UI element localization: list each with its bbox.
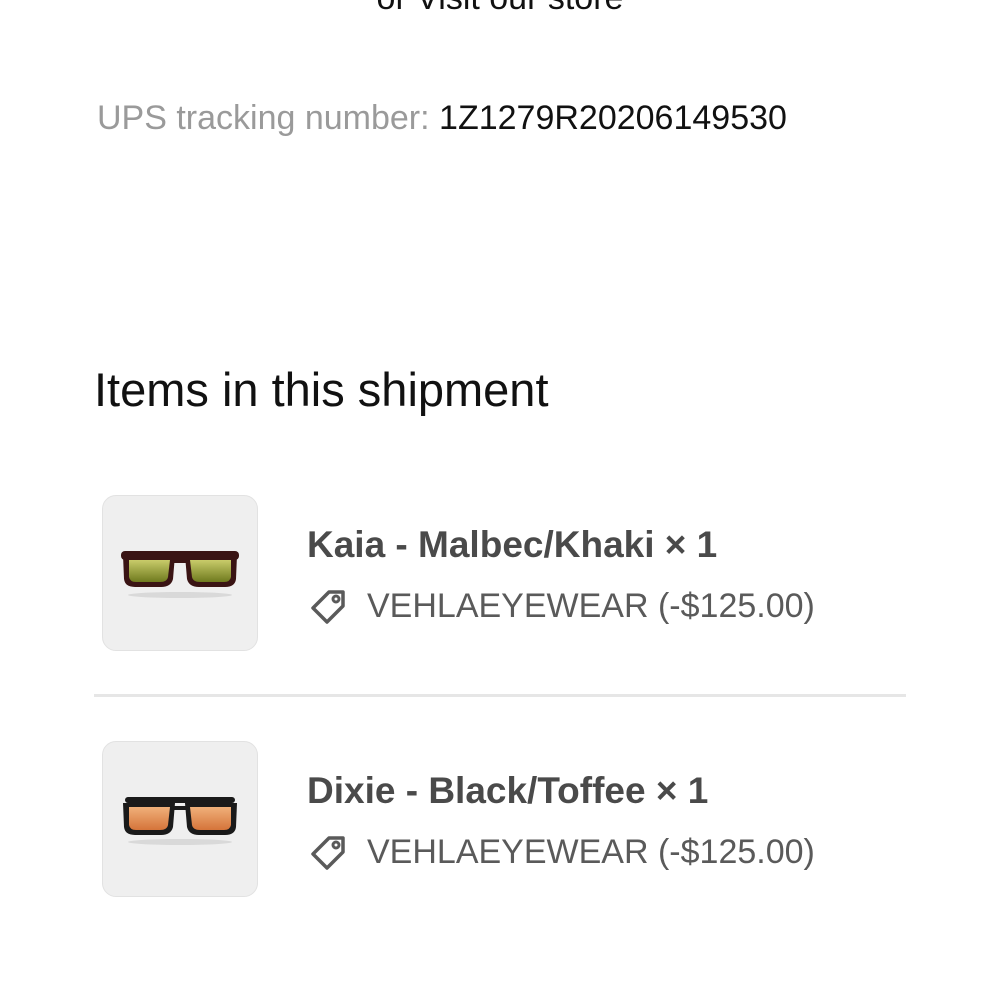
- shipment-item-kaia[interactable]: Kaia - Malbec/Khaki × 1 VEHLAEYEWEAR (-$…: [102, 495, 907, 655]
- discount-code: VEHLAEYEWEAR (-$125.00): [367, 833, 815, 871]
- sunglasses-icon: [121, 551, 239, 598]
- item-name[interactable]: Kaia - Malbec/Khaki × 1: [307, 523, 717, 567]
- section-title: Items in this shipment: [94, 363, 549, 416]
- product-thumbnail[interactable]: [102, 741, 258, 897]
- tag-icon: [311, 836, 345, 870]
- item-name[interactable]: Dixie - Black/Toffee × 1: [307, 769, 708, 813]
- item-divider: [94, 694, 906, 697]
- sunglasses-icon: [123, 797, 237, 845]
- tracking-info: UPS tracking number: 1Z1279R20206149530: [97, 98, 787, 138]
- tracking-label: UPS tracking number:: [97, 99, 430, 137]
- discount-row: VEHLAEYEWEAR (-$125.00): [307, 584, 815, 628]
- product-thumbnail[interactable]: [102, 495, 258, 651]
- discount-code: VEHLAEYEWEAR (-$125.00): [367, 587, 815, 625]
- tag-icon: [311, 590, 345, 624]
- discount-row: VEHLAEYEWEAR (-$125.00): [307, 830, 815, 874]
- visit-store-link[interactable]: or Visit our store: [0, 0, 1000, 18]
- tracking-number[interactable]: 1Z1279R20206149530: [439, 99, 787, 137]
- shipment-item-dixie[interactable]: Dixie - Black/Toffee × 1 VEHLAEYEWEAR (-…: [102, 741, 907, 901]
